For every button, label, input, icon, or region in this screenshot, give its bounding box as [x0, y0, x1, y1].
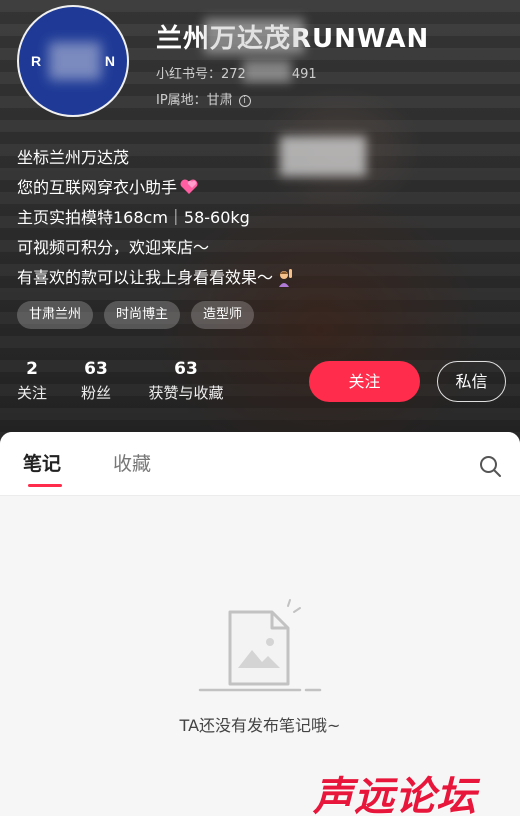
xhs-id: 小红书号：272 491: [156, 63, 317, 82]
bio-line-1: 坐标兰州万达茂: [17, 148, 130, 167]
bio-line-2: 您的互联网穿衣小助手: [17, 178, 178, 197]
bio-line-5-wrap: 有喜欢的款可以让我上身看看效果～: [17, 263, 295, 293]
profile-header: R N 兰州万达茂RUNWAN 小红书号：272491 IP属地：甘肃i 坐标兰…: [0, 0, 520, 450]
bio-line-5: 有喜欢的款可以让我上身看看效果～: [17, 268, 274, 287]
avatar-letter-right: N: [104, 53, 115, 69]
stat-followers-label: 粉丝: [80, 384, 111, 402]
stat-likes[interactable]: 63 获赞与收藏: [141, 358, 231, 406]
stat-following-value: 2: [26, 359, 38, 379]
info-icon[interactable]: i: [238, 95, 251, 107]
avatar-letter-left: R: [31, 53, 42, 69]
stats-row: 2 关注 63 粉丝 63 获赞与收藏: [0, 358, 260, 408]
ip-location: IP属地：甘肃 i: [156, 89, 251, 108]
tag-item[interactable]: 时尚博主: [104, 301, 181, 329]
username-redaction: [204, 18, 304, 54]
stat-following-label: 关注: [16, 384, 47, 402]
bio-line-2-wrap: 您的互联网穿衣小助手: [17, 173, 295, 203]
empty-state-text: TA还没有发布笔记哦~: [179, 716, 341, 735]
avatar[interactable]: R N: [17, 5, 129, 117]
follow-button[interactable]: 关注: [309, 361, 420, 402]
stat-likes-value: 63: [174, 359, 198, 379]
tag-list: 甘肃兰州 时尚博主 造型师: [17, 301, 255, 329]
stat-followers-value: 63: [84, 359, 108, 379]
bio-line-4: 可视频可积分，欢迎来店～: [17, 238, 210, 257]
tag-item[interactable]: 造型师: [191, 301, 255, 329]
ip-location-label: IP属地：甘肃: [156, 93, 233, 108]
stat-likes-label: 获赞与收藏: [148, 384, 224, 402]
avatar-redaction: [49, 42, 101, 80]
stat-following[interactable]: 2 关注: [14, 358, 50, 406]
xhs-id-redaction: [243, 60, 291, 82]
heart-emoji-icon: [180, 179, 198, 194]
xhs-id-tail: 491: [291, 67, 317, 82]
tab-bar: 笔记 收藏: [0, 432, 520, 496]
tab-notes[interactable]: 笔记: [23, 452, 61, 476]
xhs-id-label: 小红书号：272: [156, 67, 246, 82]
tab-favorites[interactable]: 收藏: [113, 452, 151, 476]
bio: 坐标兰州万达茂 您的互联网穿衣小助手 主页实拍模特168cm｜58-60kg 可…: [17, 143, 295, 293]
active-tab-indicator: [28, 484, 62, 487]
stat-followers[interactable]: 63 粉丝: [76, 358, 116, 406]
content-panel: 笔记 收藏 TA还没有发布笔记哦~: [0, 432, 520, 816]
bio-line-3: 主页实拍模特168cm｜58-60kg: [17, 208, 250, 227]
message-button[interactable]: 私信: [437, 361, 506, 402]
person-raising-hand-emoji-icon: [279, 269, 293, 287]
tag-item[interactable]: 甘肃兰州: [17, 301, 94, 329]
empty-notes-icon: [198, 599, 322, 692]
watermark-logo: 声远论坛: [313, 774, 477, 816]
search-icon[interactable]: [478, 454, 502, 478]
